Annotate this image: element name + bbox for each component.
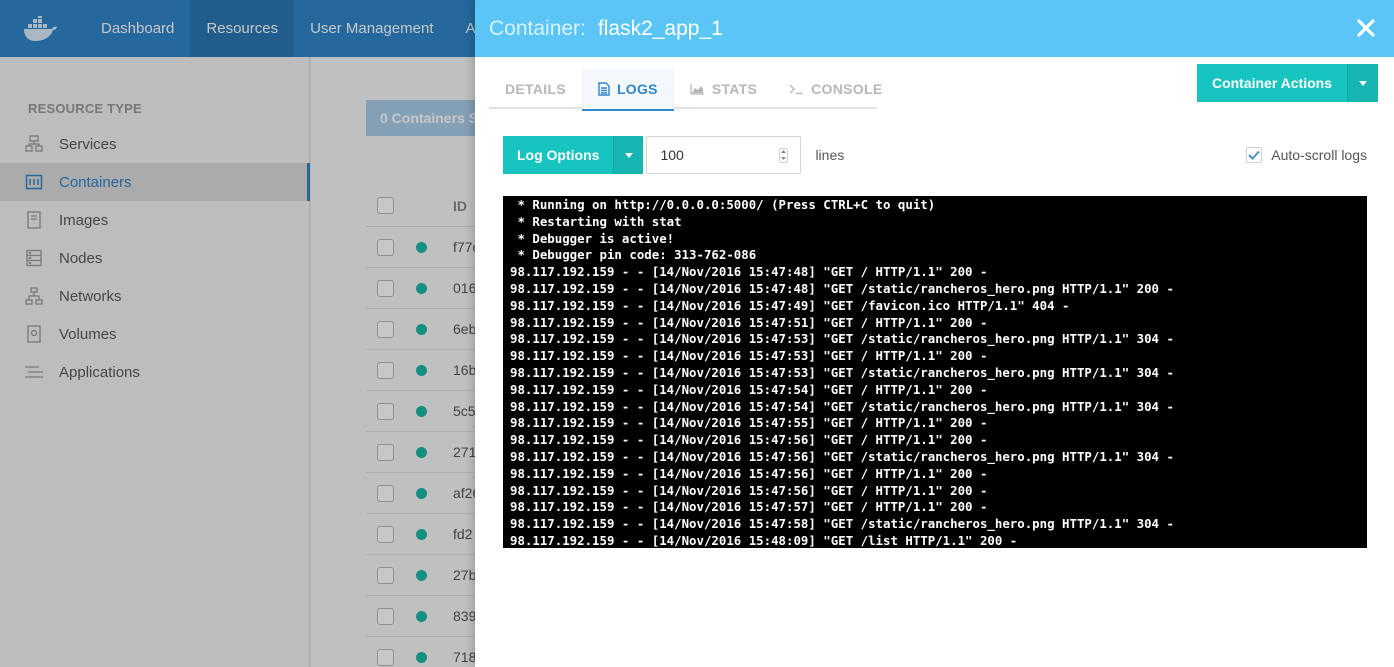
number-stepper-icon[interactable] [779,147,789,163]
log-options-button[interactable]: Log Options [503,136,614,174]
log-line: 98.117.192.159 - - [14/Nov/2016 15:47:57… [510,499,988,515]
log-line: 98.117.192.159 - - [14/Nov/2016 15:47:56… [510,465,988,481]
panel-header: Container: flask2_app_1 [475,0,1394,57]
log-line: 98.117.192.159 - - [14/Nov/2016 15:47:51… [510,314,988,330]
log-output[interactable]: * Running on http://0.0.0.0:5000/ (Press… [503,196,1367,548]
log-line: 98.117.192.159 - - [14/Nov/2016 15:47:53… [510,331,1174,347]
tab-console[interactable]: CONSOLE [773,69,898,109]
log-line: 98.117.192.159 - - [14/Nov/2016 15:48:09… [510,532,1018,548]
log-line: 98.117.192.159 - - [14/Nov/2016 15:47:48… [510,280,1174,296]
log-options-dropdown[interactable]: Log Options [503,136,644,174]
close-icon[interactable] [1354,16,1378,40]
chevron-down-icon[interactable] [613,136,644,174]
container-name: flask2_app_1 [597,16,723,40]
log-options-row: Log Options 100 lines Auto-scroll logs [503,136,1367,174]
container-actions-button[interactable]: Container Actions [1196,64,1347,102]
document-icon [598,82,610,96]
log-line: 98.117.192.159 - - [14/Nov/2016 15:47:53… [510,348,988,364]
log-line: * Restarting with stat [510,213,682,229]
auto-scroll-checkbox[interactable] [1246,147,1263,163]
log-line: 98.117.192.159 - - [14/Nov/2016 15:47:54… [510,381,988,397]
log-line: 98.117.192.159 - - [14/Nov/2016 15:47:56… [510,448,1174,464]
tab-logs[interactable]: LOGS [581,69,674,111]
log-line: 98.117.192.159 - - [14/Nov/2016 15:47:55… [510,415,988,431]
tab-stats[interactable]: STATS [674,69,773,109]
container-actions-dropdown[interactable]: Container Actions [1196,64,1378,102]
tab-label: LOGS [616,81,658,97]
container-panel: Container: flask2_app_1 DETAILS LOGS STA… [475,0,1394,667]
log-line: * Running on http://0.0.0.0:5000/ (Press… [510,197,936,212]
tab-details[interactable]: DETAILS [489,69,582,109]
panel-tabs: DETAILS LOGS STATS CONSOLE [489,69,882,111]
chevron-down-icon[interactable] [1347,64,1378,102]
panel-title-label: Container: [489,16,586,40]
lines-label: lines [815,147,845,163]
tab-label: STATS [711,81,758,97]
log-line: * Debugger pin code: 313-762-086 [510,247,757,263]
log-line: 98.117.192.159 - - [14/Nov/2016 15:47:48… [510,264,988,280]
log-line: 98.117.192.159 - - [14/Nov/2016 15:47:49… [510,297,1070,313]
log-line: 98.117.192.159 - - [14/Nov/2016 15:47:58… [510,516,1174,532]
log-line: 98.117.192.159 - - [14/Nov/2016 15:47:56… [510,482,988,498]
auto-scroll-toggle[interactable]: Auto-scroll logs [1246,147,1367,163]
checkmark-icon [1248,150,1261,160]
tab-label: DETAILS [505,81,566,97]
log-line: * Debugger is active! [510,230,675,246]
area-chart-icon [690,83,705,95]
auto-scroll-label: Auto-scroll logs [1271,147,1367,163]
terminal-icon [789,83,804,95]
log-line: 98.117.192.159 - - [14/Nov/2016 15:47:53… [510,364,1174,380]
lines-count-input[interactable]: 100 [646,136,802,174]
log-line: 98.117.192.159 - - [14/Nov/2016 15:47:56… [510,432,988,448]
tab-label: CONSOLE [811,81,883,97]
log-line: 98.117.192.159 - - [14/Nov/2016 15:47:54… [510,398,1174,414]
lines-count-value[interactable]: 100 [660,147,683,163]
